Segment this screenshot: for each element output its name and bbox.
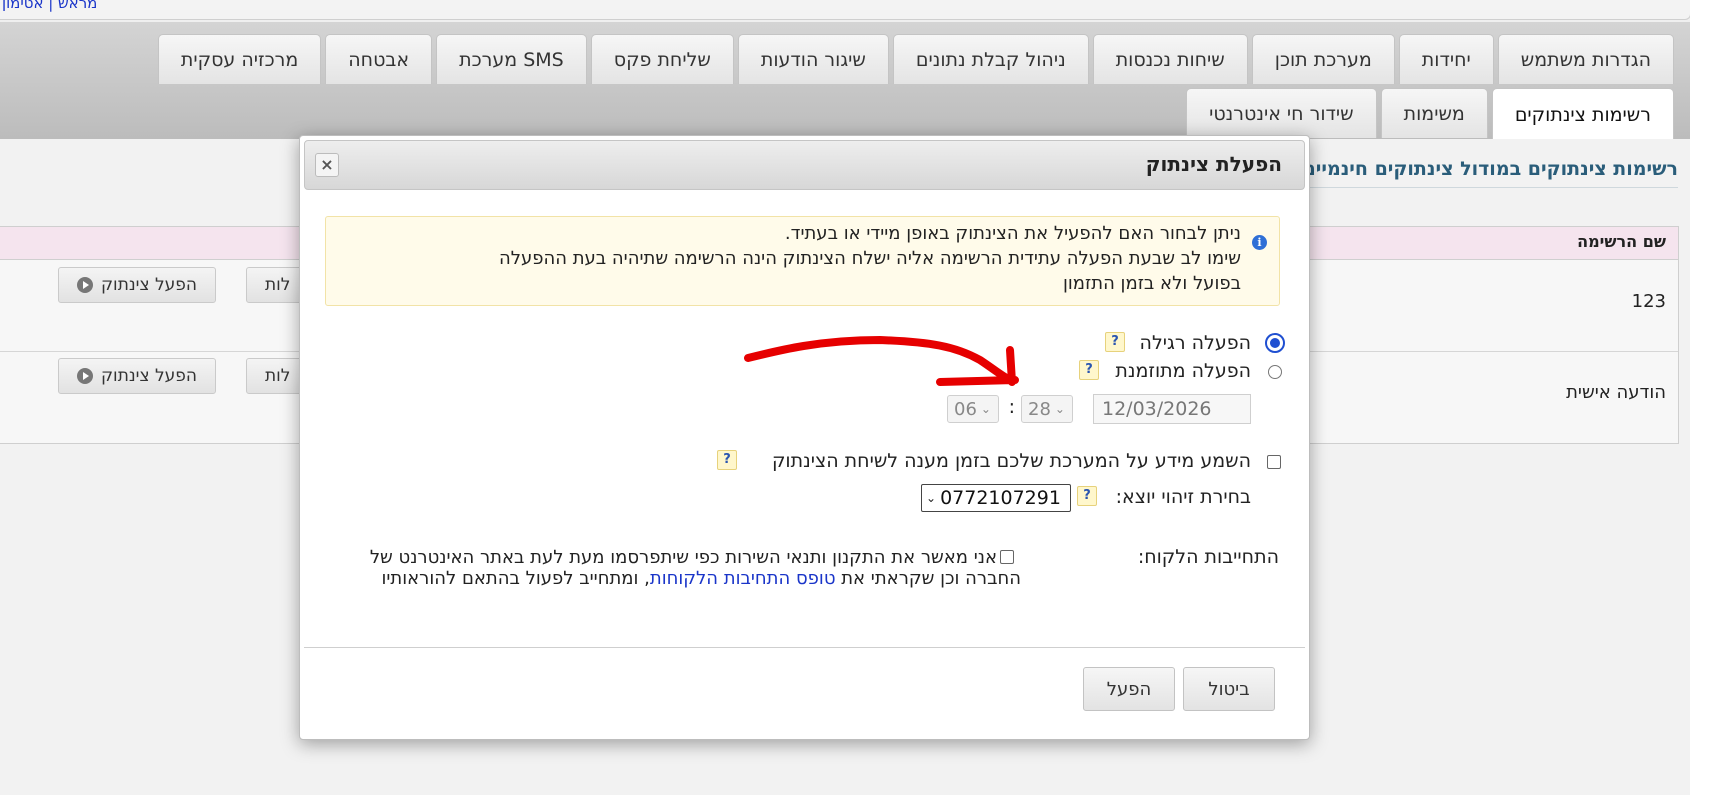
activate-tzintuk-button[interactable]: הפעל צינתוק	[58, 358, 216, 394]
dialog-header: הפעלת צינתוק ×	[304, 140, 1305, 190]
column-header-list-name: שם הרשימה	[1577, 232, 1666, 251]
regular-activation-label: הפעלה רגילה	[1139, 332, 1251, 354]
title-divider	[1300, 187, 1678, 188]
help-icon[interactable]: ?	[1077, 486, 1097, 506]
commitment-label: התחייבות הלקוח:	[1137, 546, 1279, 568]
activate-tzintuk-dialog: הפעלת צינתוק × i ניתן לבחור האם להפעיל א…	[299, 135, 1310, 740]
tab-main-0[interactable]: הגדרות משתמש	[1497, 34, 1674, 84]
notify-system-info-label: השמע מידע על המערכת שלכם בזמן מענה לשיחת…	[771, 450, 1251, 472]
callerid-select[interactable]: ⌄ 0772107291	[921, 484, 1071, 512]
tab-main-4[interactable]: ניהול קבלת נתונים	[892, 34, 1089, 84]
activate-tzintuk-button[interactable]: הפעל צינתוק	[58, 267, 216, 303]
right-gutter	[1690, 0, 1718, 795]
top-strip: מראש | אטימון	[0, 0, 1691, 20]
tab-sub-2[interactable]: שידור חי אינטרנטי	[1186, 88, 1377, 138]
tab-bar: הגדרות משתמש יחידות מערכת תוכן שיחות נכנסות…	[0, 22, 1690, 140]
info-notice: i ניתן לבחור האם להפעיל את הצינתוק באופן…	[325, 216, 1280, 306]
help-icon[interactable]: ?	[1105, 332, 1125, 352]
list-action-button[interactable]: לות	[246, 358, 306, 394]
callerid-label: בחירת זיהוי יוצא:	[1115, 486, 1251, 508]
schedule-date-input[interactable]: 12/03/2026	[1093, 394, 1251, 424]
footer-divider	[304, 647, 1305, 648]
table-row-name: הודעה אישית	[1566, 382, 1666, 403]
tab-main-3[interactable]: שיחות נכנסות	[1092, 34, 1248, 84]
chevron-down-icon: ⌄	[980, 402, 991, 416]
chevron-down-icon: ⌄	[926, 491, 937, 505]
page-title: רשימות צינתוקים במודול צינתוקים חינמיים	[1302, 158, 1678, 180]
tab-main-7[interactable]: מערכת SMS	[436, 34, 587, 84]
top-link[interactable]: מראש | אטימון	[2, 0, 97, 12]
time-separator: :	[1008, 396, 1015, 418]
list-action-button[interactable]: לות	[246, 267, 306, 303]
help-icon[interactable]: ?	[1079, 360, 1099, 380]
chevron-down-icon: ⌄	[1054, 402, 1065, 416]
play-circle-icon	[77, 368, 93, 384]
cancel-button[interactable]: ביטול	[1183, 667, 1275, 711]
terms-text: אני מאשר את התקנון ותנאי השירות כפי שיתפ…	[369, 547, 1021, 589]
dialog-title: הפעלת צינתוק	[1145, 152, 1282, 176]
tab-main-8[interactable]: אבטחה	[325, 34, 433, 84]
scheduled-activation-radio[interactable]	[1268, 365, 1282, 379]
tab-row-sub: רשימות צינתוקים משימות שידור חי אינטרנטי	[1186, 88, 1674, 140]
activate-button[interactable]: הפעל	[1083, 667, 1175, 711]
table-row-name: 123	[1631, 291, 1666, 312]
tab-row-main: הגדרות משתמש יחידות מערכת תוכן שיחות נכנסות…	[157, 34, 1674, 84]
tab-sub-1[interactable]: משימות	[1380, 88, 1488, 138]
notice-line-3: בפועל ולא בזמן התזמון	[1062, 273, 1241, 294]
schedule-minute-select[interactable]: 28 ⌄	[1021, 395, 1073, 423]
tab-main-2[interactable]: מערכת תוכן	[1251, 34, 1395, 84]
play-circle-icon	[77, 277, 93, 293]
info-icon: i	[1252, 235, 1267, 250]
regular-activation-radio[interactable]	[1265, 333, 1285, 353]
tab-main-1[interactable]: יחידות	[1398, 34, 1494, 84]
close-icon[interactable]: ×	[315, 153, 339, 177]
notice-line-2: שימו לב שבעת הפעלה עתידית הרשימה אליה יש…	[498, 248, 1241, 269]
help-icon[interactable]: ?	[717, 450, 737, 470]
tab-main-5[interactable]: שיגור הודעות	[737, 34, 889, 84]
tab-main-9[interactable]: מרכזיה עסקית	[157, 34, 322, 84]
schedule-hour-select[interactable]: 06 ⌄	[947, 395, 999, 423]
notice-line-1: ניתן לבחור האם להפעיל את הצינתוק באופן מ…	[784, 223, 1241, 244]
tab-sub-0[interactable]: רשימות צינתוקים	[1491, 88, 1674, 140]
commitment-form-link[interactable]: טופס התחיבות הלקוחות	[650, 568, 836, 589]
notify-system-info-checkbox[interactable]	[1267, 455, 1281, 469]
scheduled-activation-label: הפעלה מתוזמנת	[1115, 360, 1251, 382]
tab-main-6[interactable]: שליחת פקס	[590, 34, 734, 84]
